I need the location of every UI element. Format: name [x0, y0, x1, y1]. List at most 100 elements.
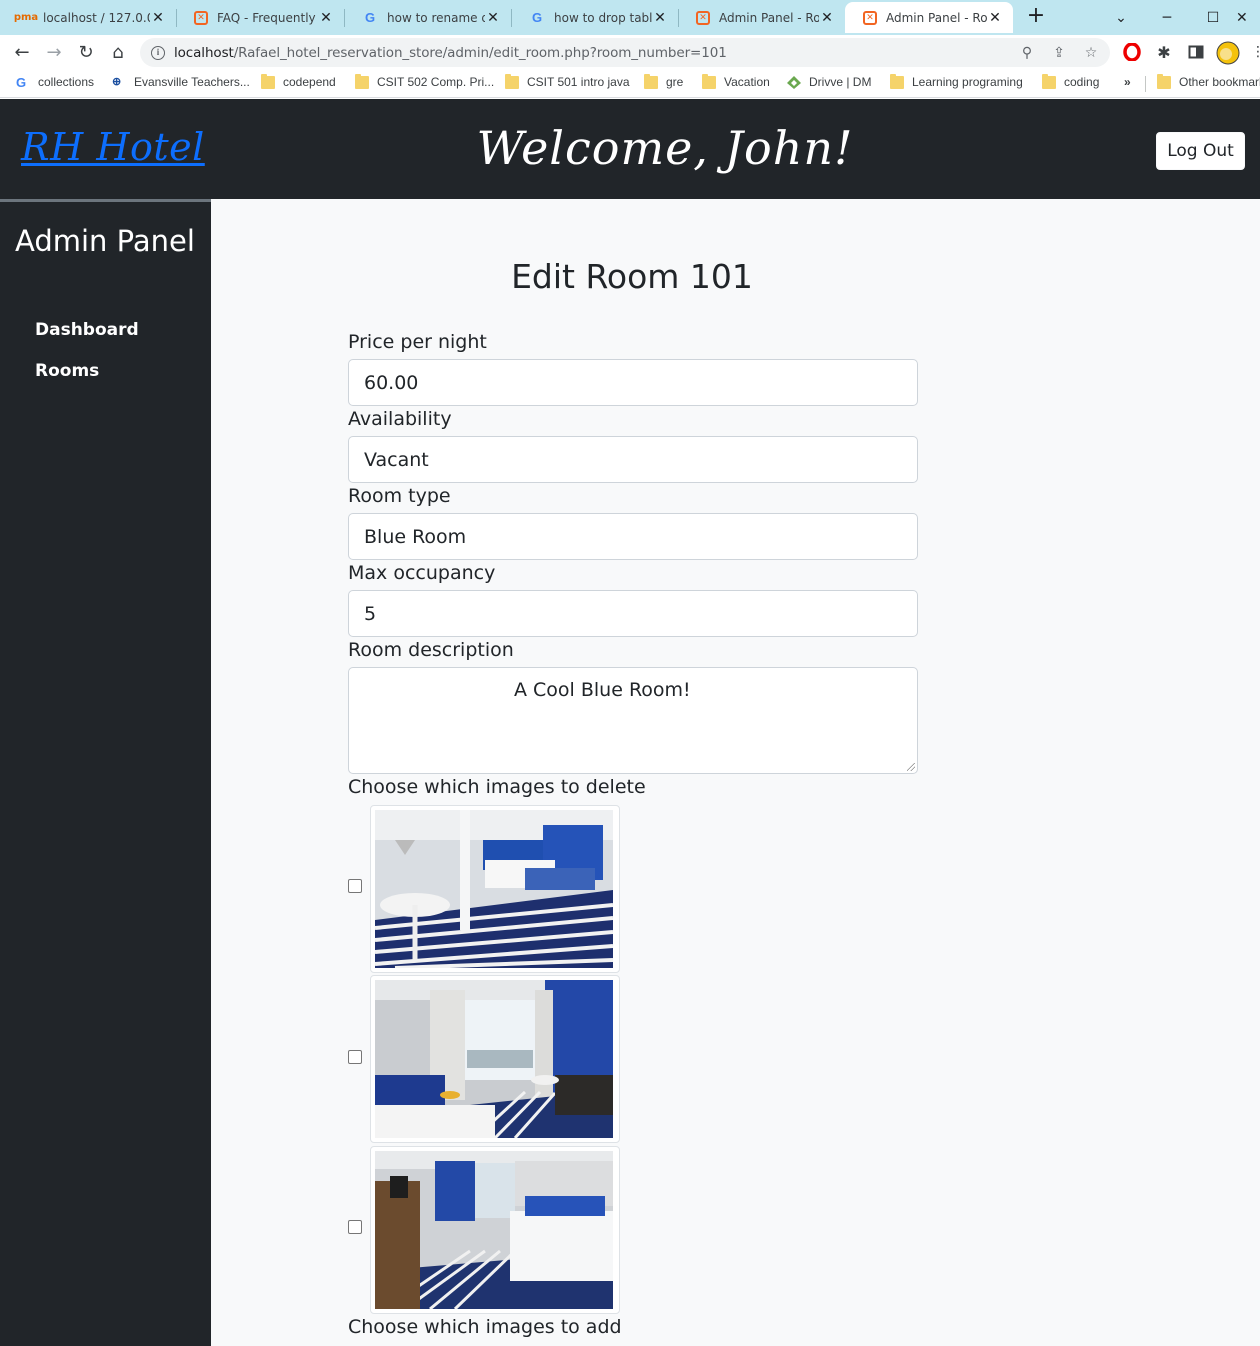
- close-icon[interactable]: ✕: [819, 10, 835, 26]
- close-icon[interactable]: ✕: [652, 10, 668, 26]
- page-title: Edit Room 101: [511, 257, 753, 296]
- page-viewport: RH Hotel Welcome, John! Log Out Admin Pa…: [0, 99, 1260, 1346]
- etfcu-icon: ⊕: [112, 75, 122, 88]
- bookmark-item[interactable]: Drivve | DM: [787, 75, 871, 89]
- folder-icon: [261, 73, 275, 89]
- zoom-icon[interactable]: ⚲: [1018, 44, 1036, 62]
- room-image-thumbnail: [370, 805, 620, 973]
- add-images-label: Choose which images to add: [348, 1316, 622, 1338]
- logout-button[interactable]: Log Out: [1156, 132, 1245, 170]
- tab-label: how to rename database: [387, 10, 485, 25]
- bookmark-item[interactable]: ⊕ Evansville Teachers...: [112, 75, 250, 89]
- new-tab-icon[interactable]: +: [1026, 5, 1046, 29]
- availability-label: Availability: [348, 408, 452, 430]
- price-input[interactable]: 60.00: [348, 359, 918, 406]
- brand-link[interactable]: RH Hotel: [21, 125, 205, 169]
- close-icon[interactable]: ✕: [987, 10, 1003, 26]
- browser-tab[interactable]: G how to rename database ✕: [344, 2, 511, 33]
- xampp-icon: ✕: [696, 10, 710, 25]
- bookmark-item[interactable]: CSIT 502 Comp. Pri...: [355, 73, 495, 89]
- max-occupancy-input[interactable]: 5: [348, 590, 918, 637]
- forward-icon[interactable]: →: [42, 40, 66, 64]
- tab-label: Admin Panel - Rooms: [719, 10, 819, 25]
- tab-search-icon[interactable]: ⌄: [1098, 0, 1144, 35]
- delete-image-checkbox[interactable]: [348, 1220, 362, 1234]
- opera-extension-icon[interactable]: [1122, 42, 1142, 62]
- bookmark-item[interactable]: Learning programing: [890, 73, 1023, 89]
- bookmarks-divider: [1145, 76, 1146, 92]
- site-info-icon[interactable]: i: [151, 45, 165, 60]
- delete-image-checkbox[interactable]: [348, 879, 362, 893]
- description-value: A Cool Blue Room!: [514, 679, 691, 701]
- minimize-icon[interactable]: ─: [1144, 0, 1190, 35]
- browser-tab[interactable]: ✕ Admin Panel - Rooms ✕: [678, 2, 845, 33]
- xampp-icon: ✕: [194, 10, 208, 25]
- browser-tab-active[interactable]: ✕ Admin Panel - Rooms ✕: [845, 2, 1013, 33]
- image-delete-row: [348, 805, 620, 973]
- delete-images-label: Choose which images to delete: [348, 776, 646, 798]
- bookmark-label: Vacation: [724, 75, 770, 89]
- home-icon[interactable]: ⌂: [106, 40, 130, 64]
- bookmark-label: codepend: [283, 75, 336, 89]
- back-icon[interactable]: ←: [10, 40, 34, 64]
- avatar[interactable]: [1216, 41, 1240, 65]
- description-textarea[interactable]: A Cool Blue Room!: [348, 667, 918, 774]
- share-icon[interactable]: ⇪: [1050, 44, 1068, 62]
- bookmark-label: collections: [38, 75, 95, 89]
- delete-image-checkbox[interactable]: [348, 1050, 362, 1064]
- bookmark-label: Learning programing: [912, 75, 1023, 89]
- window-close-icon[interactable]: ✕: [1236, 0, 1260, 35]
- bookmark-item[interactable]: codepend: [261, 73, 336, 89]
- bookmarks-bar: G collections ⊕ Evansville Teachers... c…: [0, 70, 1260, 98]
- maximize-icon[interactable]: ☐: [1190, 0, 1236, 35]
- availability-input[interactable]: Vacant: [348, 436, 918, 483]
- room-type-label: Room type: [348, 485, 451, 507]
- bookmark-label: Drivve | DM: [809, 75, 872, 89]
- extensions-puzzle-icon[interactable]: ✱: [1154, 42, 1174, 62]
- side-panel-icon[interactable]: [1186, 42, 1206, 62]
- folder-icon: [355, 73, 369, 89]
- bookmark-item[interactable]: Vacation: [702, 73, 770, 89]
- other-bookmarks[interactable]: Other bookmarks: [1157, 73, 1260, 89]
- image-delete-row: [348, 1146, 620, 1314]
- url-path: /Rafael_hotel_reservation_store/admin/ed…: [233, 44, 727, 61]
- bookmark-star-icon[interactable]: ☆: [1082, 44, 1100, 62]
- sidebar-title: Admin Panel: [15, 224, 195, 258]
- menu-icon[interactable]: ⋮: [1248, 42, 1260, 62]
- url-host: localhost: [174, 44, 234, 61]
- bookmark-item[interactable]: coding: [1042, 73, 1099, 89]
- bookmark-item[interactable]: G collections: [16, 75, 94, 89]
- xampp-icon: ✕: [863, 10, 877, 25]
- sidebar-item-dashboard[interactable]: Dashboard: [35, 320, 139, 340]
- bookmark-item[interactable]: gre: [644, 73, 684, 89]
- browser-tab[interactable]: G how to drop table in ✕: [511, 2, 678, 33]
- room-photo: [375, 980, 613, 1138]
- room-type-input[interactable]: Blue Room: [348, 513, 918, 560]
- google-icon: G: [16, 74, 27, 90]
- browser-tab[interactable]: ✕ FAQ - Frequently Asked ✕: [176, 2, 344, 33]
- folder-icon: [702, 73, 716, 89]
- edit-room-form: Edit Room 101 Price per night 60.00 Avai…: [211, 199, 1260, 1346]
- resize-handle-icon[interactable]: [907, 763, 915, 771]
- room-photo: [375, 810, 613, 968]
- address-bar[interactable]: i localhost/Rafael_hotel_reservation_sto…: [140, 38, 1110, 67]
- phpmyadmin-icon: pma: [13, 12, 39, 23]
- bookmark-item[interactable]: CSIT 501 intro java: [505, 73, 630, 89]
- bookmark-label: CSIT 502 Comp. Pri...: [377, 75, 495, 89]
- tab-label: how to drop table in: [554, 10, 652, 25]
- description-label: Room description: [348, 639, 514, 661]
- address-url[interactable]: localhost/Rafael_hotel_reservation_store…: [174, 45, 727, 61]
- sidebar-item-rooms[interactable]: Rooms: [35, 361, 99, 381]
- browser-tab[interactable]: pma localhost / 127.0.0.1 ✕: [0, 2, 176, 33]
- max-occupancy-label: Max occupancy: [348, 562, 496, 584]
- close-icon[interactable]: ✕: [318, 10, 334, 26]
- bookmark-label: Evansville Teachers...: [134, 75, 250, 89]
- reload-icon[interactable]: ↻: [74, 40, 98, 64]
- bookmark-label: gre: [666, 75, 684, 89]
- bookmarks-overflow-button[interactable]: »: [1124, 75, 1131, 89]
- close-icon[interactable]: ✕: [150, 10, 166, 26]
- room-image-thumbnail: [370, 975, 620, 1143]
- close-icon[interactable]: ✕: [485, 10, 501, 26]
- site-navbar: RH Hotel Welcome, John! Log Out: [0, 99, 1260, 199]
- google-icon: G: [364, 10, 376, 25]
